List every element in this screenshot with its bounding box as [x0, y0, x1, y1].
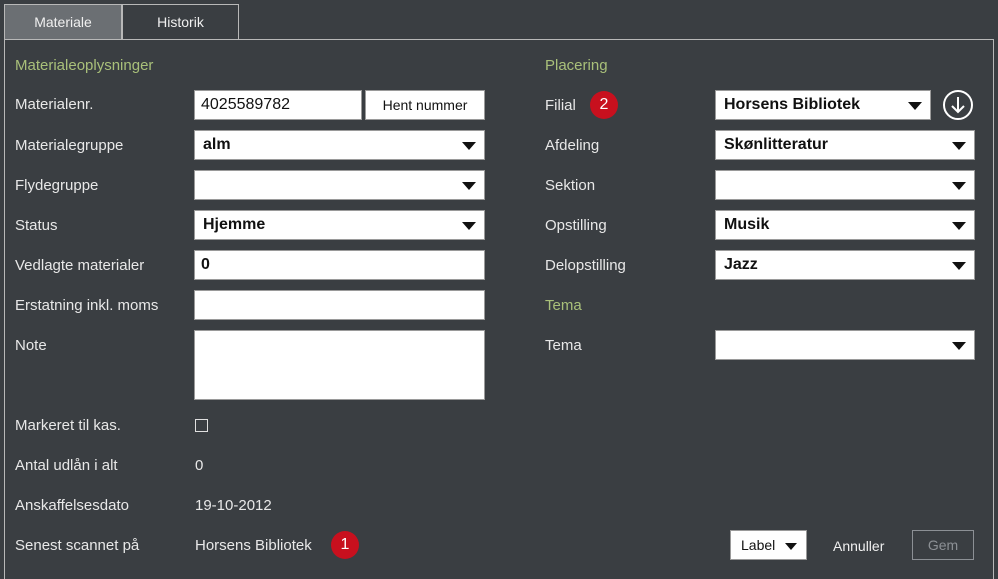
afdeling-select[interactable]: Skønlitteratur [715, 130, 975, 160]
filial-value: Horsens Bibliotek [724, 96, 861, 113]
annotation-badge-2: 2 [590, 91, 618, 119]
chevron-down-icon [952, 142, 966, 150]
antal-value: 0 [195, 457, 204, 474]
chevron-down-icon [462, 142, 476, 150]
scannet-label: Senest scannet på [15, 537, 140, 554]
materialegruppe-select[interactable]: alm [194, 130, 485, 160]
erstatning-input[interactable] [194, 290, 485, 320]
chevron-down-icon [462, 222, 476, 230]
chevron-down-icon [785, 543, 797, 550]
tema-select[interactable] [715, 330, 975, 360]
materialegruppe-value: alm [203, 136, 231, 153]
filial-select[interactable]: Horsens Bibliotek [715, 90, 931, 120]
erstatning-label: Erstatning inkl. moms [15, 297, 159, 314]
anskaffelse-value: 19-10-2012 [195, 497, 272, 514]
status-value: Hjemme [203, 216, 266, 233]
annotation-badge-1: 1 [331, 531, 359, 559]
chevron-down-icon [462, 182, 476, 190]
afdeling-label: Afdeling [545, 137, 600, 154]
scannet-value: Horsens Bibliotek [195, 537, 312, 554]
markeret-checkbox[interactable] [195, 419, 208, 432]
opstilling-value: Musik [724, 216, 770, 233]
section-title-materialeoplysninger: Materialeoplysninger [15, 57, 154, 74]
materialenr-input[interactable] [194, 90, 362, 120]
status-select[interactable]: Hjemme [194, 210, 485, 240]
antal-label: Antal udlån i alt [15, 457, 118, 474]
gem-button[interactable]: Gem [912, 530, 974, 560]
materialenr-label: Materialenr. [15, 96, 94, 113]
opstilling-label: Opstilling [545, 217, 607, 234]
arrow-down-circle-icon[interactable] [942, 89, 974, 121]
chevron-down-icon [952, 342, 966, 350]
annuller-button[interactable]: Annuller [833, 538, 884, 554]
materialegruppe-label: Materialegruppe [15, 137, 124, 154]
afdeling-value: Skønlitteratur [724, 136, 829, 153]
label-dropdown-button[interactable]: Label [730, 530, 807, 560]
markeret-label: Markeret til kas. [15, 417, 121, 434]
chevron-down-icon [952, 182, 966, 190]
hent-nummer-button[interactable]: Hent nummer [365, 90, 485, 120]
sektion-label: Sektion [545, 177, 596, 194]
note-textarea[interactable] [194, 330, 485, 400]
delopstilling-value: Jazz [724, 256, 758, 273]
flydegruppe-label: Flydegruppe [15, 177, 99, 194]
tab-historik[interactable]: Historik [122, 4, 239, 39]
delopstilling-select[interactable]: Jazz [715, 250, 975, 280]
note-label: Note [15, 337, 47, 354]
section-title-placering: Placering [545, 57, 608, 74]
opstilling-select[interactable]: Musik [715, 210, 975, 240]
delopstilling-label: Delopstilling [545, 257, 626, 274]
sektion-select[interactable] [715, 170, 975, 200]
chevron-down-icon [952, 222, 966, 230]
anskaffelse-label: Anskaffelsesdato [15, 497, 129, 514]
tema-label: Tema [545, 337, 582, 354]
tab-materiale[interactable]: Materiale [4, 4, 122, 39]
filial-label: Filial [545, 97, 576, 114]
chevron-down-icon [908, 102, 922, 110]
vedlagte-label: Vedlagte materialer [15, 257, 145, 274]
label-button-text: Label [741, 537, 776, 553]
flydegruppe-select[interactable] [194, 170, 485, 200]
status-label: Status [15, 217, 58, 234]
section-title-tema: Tema [545, 297, 582, 314]
vedlagte-input[interactable] [194, 250, 485, 280]
chevron-down-icon [952, 262, 966, 270]
